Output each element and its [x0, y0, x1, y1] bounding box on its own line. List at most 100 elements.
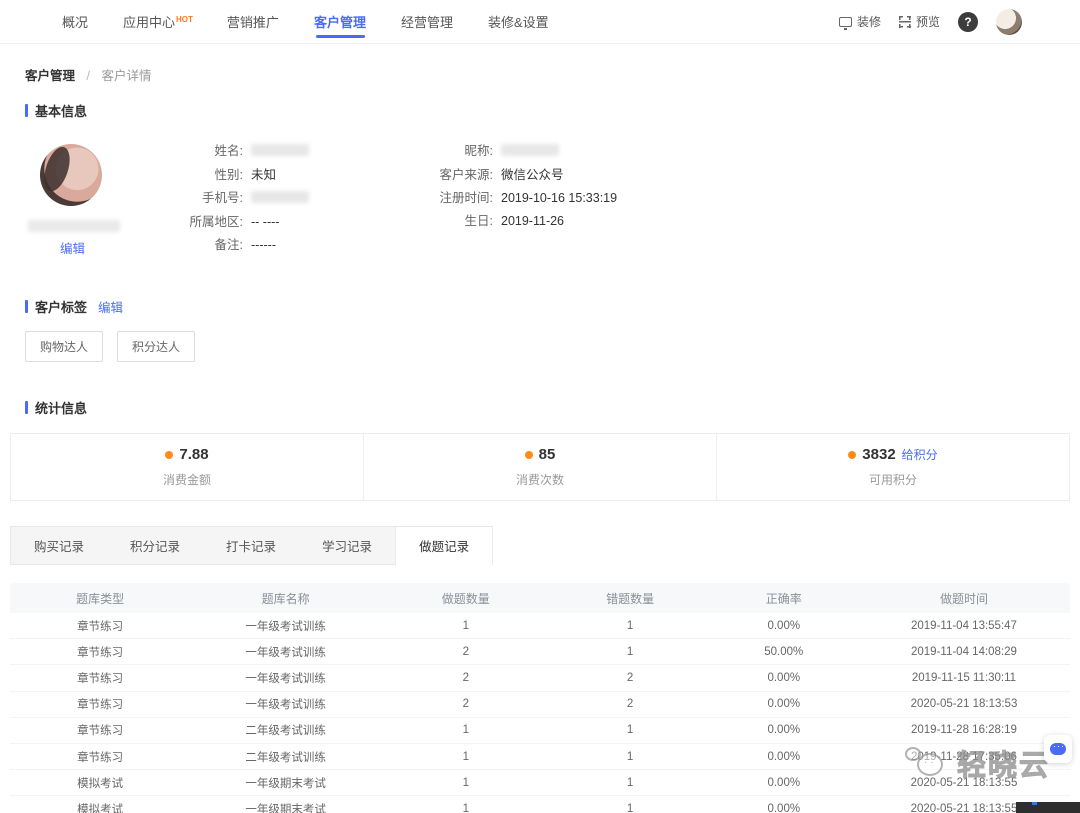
edit-profile-link[interactable]: 编辑: [60, 238, 85, 257]
nav-item[interactable]: 营销推广: [225, 0, 282, 44]
nav-item[interactable]: 概况: [60, 0, 91, 44]
field-value: 2019-10-16 15:33:19: [501, 191, 617, 206]
hot-badge: HOT: [176, 15, 193, 24]
field-label: 所属地区:: [163, 215, 243, 230]
stat-label: 可用积分: [869, 471, 917, 488]
cell-accuracy: 0.00%: [710, 777, 858, 789]
nav-item-label: 概况: [62, 15, 88, 30]
cell-questions-done: 1: [381, 724, 551, 736]
stat-value: 7.88: [179, 446, 208, 463]
table-row: 章节练习 一年级考试训练 2 2 0.00% 2019-11-15 11:30:…: [10, 665, 1070, 691]
chat-button[interactable]: [1044, 735, 1072, 763]
field-value: [251, 144, 309, 160]
basic-info-title-label: 基本信息: [35, 101, 87, 120]
cell-accuracy: 0.00%: [710, 751, 858, 763]
cell-wrong-count: 1: [551, 777, 710, 789]
stat-dot-icon: [848, 451, 856, 459]
cell-time: 2019-11-28 16:28:19: [858, 724, 1070, 736]
cell-accuracy: 0.00%: [710, 724, 858, 736]
field-row: 性别: 未知: [163, 168, 418, 183]
fields-left-column: 姓名: 性别: 未知 手机号: 所属地区:: [163, 144, 418, 257]
field-row: 手机号:: [163, 191, 418, 207]
give-points-link[interactable]: 给积分: [902, 446, 938, 463]
customer-fields: 姓名: 性别: 未知 手机号: 所属地区:: [163, 144, 617, 257]
decorate-label: 装修: [857, 13, 881, 30]
stat-cell: 3832 给积分 可用积分: [716, 434, 1069, 500]
section-bar-icon: [25, 401, 28, 414]
table-row: 章节练习 一年级考试训练 1 1 0.00% 2019-11-04 13:55:…: [10, 613, 1070, 639]
cell-question-bank-type: 章节练习: [10, 749, 190, 765]
breadcrumb-separator: /: [87, 69, 90, 83]
stats-title: 统计信息: [25, 398, 1080, 417]
nav-item-label: 营销推广: [227, 15, 279, 30]
cell-wrong-count: 1: [551, 646, 710, 658]
field-row: 备注: ------: [163, 238, 418, 253]
record-tab[interactable]: 做题记录: [395, 527, 492, 565]
record-tab[interactable]: 打卡记录: [203, 527, 299, 564]
cell-question-bank-type: 模拟考试: [10, 801, 190, 813]
customer-tag[interactable]: 购物达人: [25, 331, 103, 362]
record-tab[interactable]: 学习记录: [299, 527, 395, 564]
field-value: 2019-11-26: [501, 214, 564, 229]
main-menu: 概况 应用中心HOT 营销推广 客户管理 经营管理 装修&设置: [60, 0, 552, 44]
user-avatar[interactable]: [996, 9, 1022, 35]
scan-icon: [899, 16, 911, 28]
table-row: 模拟考试 一年级期末考试 1 1 0.00% 2020-05-21 18:13:…: [10, 796, 1070, 813]
field-value: 微信公众号: [501, 168, 564, 183]
header-question-bank-name: 题库名称: [190, 590, 381, 607]
table-row: 章节练习 二年级考试训练 1 1 0.00% 2019-11-28 17:35:…: [10, 744, 1070, 770]
cell-wrong-count: 1: [551, 724, 710, 736]
cell-wrong-count: 1: [551, 620, 710, 632]
top-nav: 概况 应用中心HOT 营销推广 客户管理 经营管理 装修&设置 装修 预览 ?: [0, 0, 1080, 44]
table-row: 模拟考试 一年级期末考试 1 1 0.00% 2020-05-21 18:13:…: [10, 770, 1070, 796]
header-questions-done: 做题数量: [381, 590, 551, 607]
table-row: 章节练习 二年级考试训练 1 1 0.00% 2019-11-28 16:28:…: [10, 718, 1070, 744]
preview-label: 预览: [916, 13, 940, 30]
cell-time: 2019-11-15 11:30:11: [858, 672, 1070, 684]
cell-accuracy: 0.00%: [710, 698, 858, 710]
stat-dot-icon: [525, 451, 533, 459]
field-label: 性别:: [163, 168, 243, 183]
redacted-value: [501, 144, 559, 156]
field-label: 姓名:: [163, 144, 243, 160]
record-tab[interactable]: 积分记录: [107, 527, 203, 564]
nav-item[interactable]: 装修&设置: [486, 0, 552, 44]
breadcrumb-parent[interactable]: 客户管理: [25, 69, 75, 83]
nav-item[interactable]: 客户管理: [312, 0, 369, 44]
stat-label: 消费金额: [163, 471, 211, 488]
field-row: 昵称:: [418, 144, 617, 160]
cell-questions-done: 2: [381, 698, 551, 710]
stat-cell: 7.88 消费金额: [11, 434, 363, 500]
stats-box: 7.88 消费金额 85 消费次数 3832 给积分: [10, 433, 1070, 501]
nav-actions: 装修 预览 ?: [839, 9, 1022, 35]
fields-right-column: 昵称: 客户来源: 微信公众号 注册时间: 2019-10-16 15:33:1…: [418, 144, 617, 257]
record-tab[interactable]: 购买记录: [11, 527, 107, 564]
redacted-value: [251, 144, 309, 156]
customer-name-redacted: [28, 220, 120, 232]
cell-questions-done: 1: [381, 620, 551, 632]
edit-tags-link[interactable]: 编辑: [98, 297, 123, 316]
nav-item-label: 经营管理: [401, 15, 453, 30]
nav-item[interactable]: 应用中心HOT: [121, 0, 195, 44]
field-value: -- ----: [251, 215, 279, 230]
tags-title-label: 客户标签: [35, 297, 87, 316]
header-question-bank-type: 题库类型: [10, 590, 190, 607]
cell-question-bank-name: 一年级考试训练: [190, 696, 381, 712]
nav-item[interactable]: 经营管理: [399, 0, 456, 44]
cell-question-bank-name: 二年级考试训练: [190, 749, 381, 765]
cell-accuracy: 0.00%: [710, 672, 858, 684]
field-label: 生日:: [418, 214, 493, 229]
customer-avatar: [40, 144, 102, 206]
table-header-row: 题库类型 题库名称 做题数量 错题数量 正确率 做题时间: [10, 583, 1070, 613]
decorate-button[interactable]: 装修: [839, 13, 881, 30]
cell-question-bank-type: 模拟考试: [10, 775, 190, 791]
cell-questions-done: 1: [381, 803, 551, 813]
cell-wrong-count: 1: [551, 751, 710, 763]
cell-question-bank-type: 章节练习: [10, 670, 190, 686]
field-row: 所属地区: -- ----: [163, 215, 418, 230]
stat-value: 85: [539, 446, 556, 463]
customer-tag[interactable]: 积分达人: [117, 331, 195, 362]
field-label: 手机号:: [163, 191, 243, 207]
preview-button[interactable]: 预览: [899, 13, 940, 30]
help-icon[interactable]: ?: [958, 12, 978, 32]
